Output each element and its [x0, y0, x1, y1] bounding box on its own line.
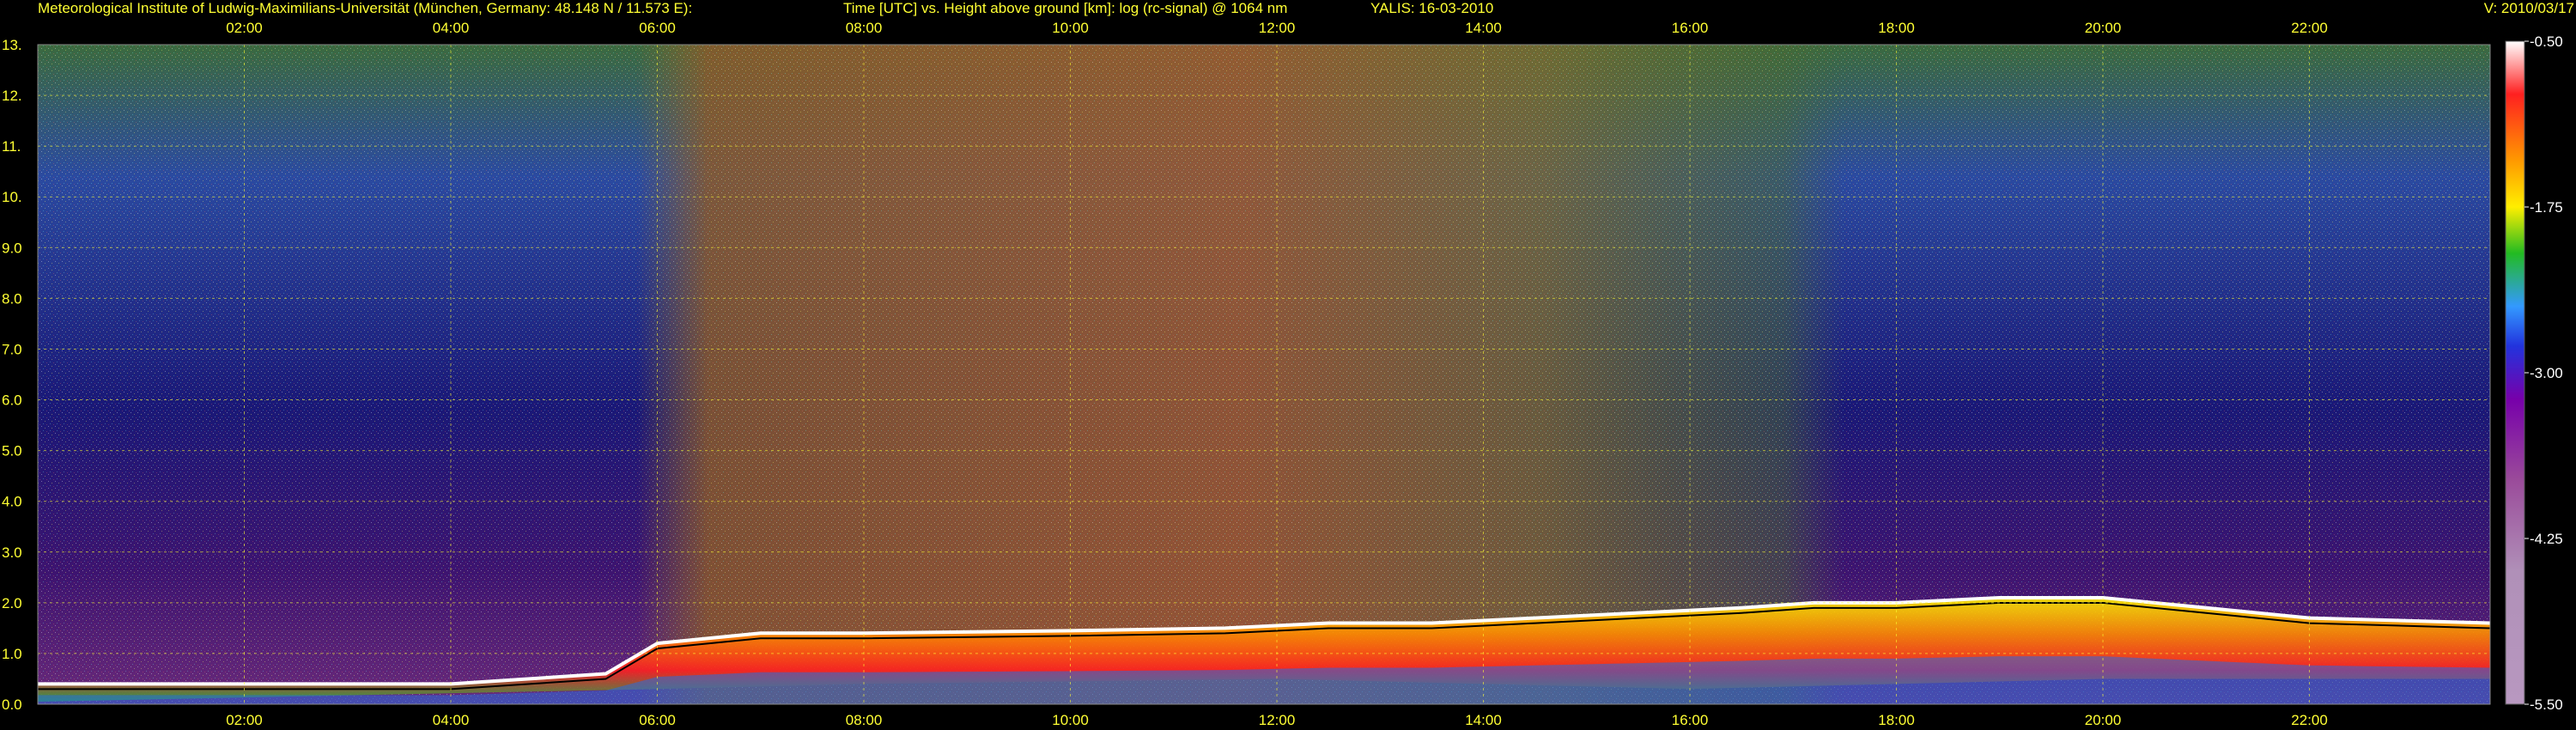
lidar-heatmap-chart: 02:00 02:00 04:00 04:00 06:00 06:00 08:00 08:00… [2, 20, 2563, 728]
y-tick-label: 10. [2, 189, 22, 205]
x-tick-label-top: 02:00 [226, 20, 263, 36]
x-tick-label-bottom: 04:00 [433, 712, 470, 728]
x-tick-label-bottom: 14:00 [1465, 712, 1502, 728]
x-tick-label-top: 18:00 [1878, 20, 1915, 36]
y-tick-label: 1.0 [2, 646, 22, 662]
x-tick-label-bottom: 22:00 [2291, 712, 2328, 728]
y-tick-label: 13. [2, 37, 22, 53]
y-tick-label: 8.0 [2, 290, 22, 307]
x-tick-label-bottom: 12:00 [1259, 712, 1296, 728]
colorbar-tick-label: -4.25 [2530, 531, 2563, 547]
x-tick-label-bottom: 10:00 [1052, 712, 1089, 728]
colorbar-tick-label: -3.00 [2530, 365, 2563, 381]
y-tick-label: 12. [2, 88, 22, 104]
x-tick-label-top: 20:00 [2085, 20, 2122, 36]
x-tick-label-top: 08:00 [846, 20, 883, 36]
colorbar [2505, 40, 2525, 705]
x-tick-label-top: 06:00 [639, 20, 676, 36]
y-tick-label: 0.0 [2, 697, 22, 713]
y-tick-label: 6.0 [2, 392, 22, 409]
colorbar-tick-label: -1.75 [2530, 199, 2563, 216]
x-tick-label-top: 14:00 [1465, 20, 1502, 36]
y-tick-label: 5.0 [2, 443, 22, 459]
x-tick-label-top: 10:00 [1052, 20, 1089, 36]
colorbar-tick-label: -0.50 [2530, 33, 2563, 50]
x-tick-label-bottom: 18:00 [1878, 712, 1915, 728]
x-tick-label-bottom: 02:00 [226, 712, 263, 728]
y-tick-label: 9.0 [2, 240, 22, 256]
y-tick-label: 3.0 [2, 544, 22, 561]
x-tick-label-bottom: 20:00 [2085, 712, 2122, 728]
x-tick-label-bottom: 06:00 [639, 712, 676, 728]
x-tick-label-bottom: 16:00 [1672, 712, 1709, 728]
colorbar-tick-label: -5.50 [2530, 697, 2563, 713]
y-tick-label: 4.0 [2, 494, 22, 510]
y-tick-label: 7.0 [2, 341, 22, 357]
x-tick-label-top: 22:00 [2291, 20, 2328, 36]
x-tick-label-top: 12:00 [1259, 20, 1296, 36]
x-tick-label-top: 16:00 [1672, 20, 1709, 36]
y-tick-label: 11. [2, 138, 21, 155]
x-tick-label-bottom: 08:00 [846, 712, 883, 728]
x-tick-label-top: 04:00 [433, 20, 470, 36]
y-tick-label: 2.0 [2, 595, 22, 611]
